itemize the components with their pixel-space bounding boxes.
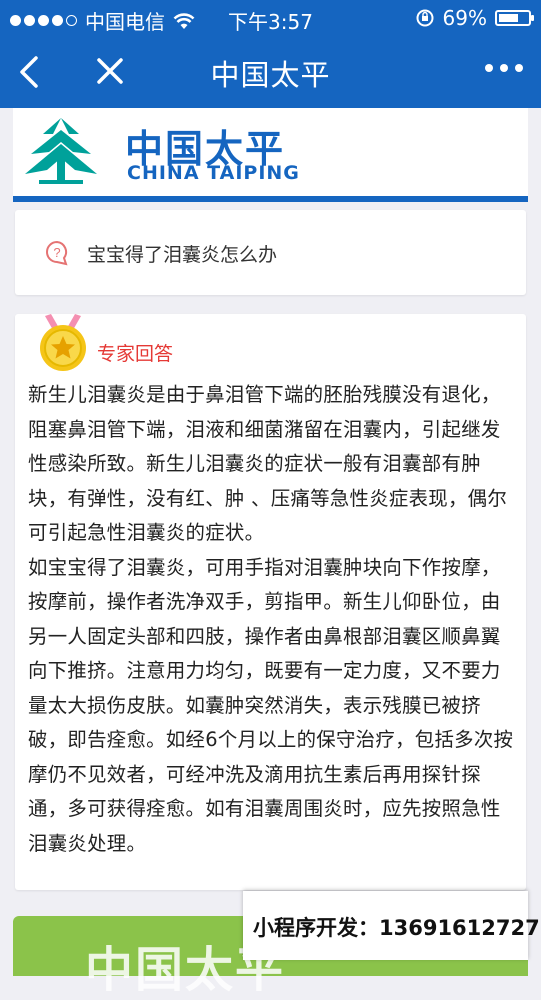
expert-answer-label: 专家回答 [97, 343, 174, 365]
battery-icon [495, 10, 534, 26]
china-taiping-emblem-icon [25, 118, 97, 184]
battery-percent: 69% [442, 6, 487, 30]
answer-paragraph: 如宝宝得了泪囊炎，可用手指对泪囊肿块向下作按摩，按摩前，操作者洗净双手，剪指甲。… [28, 555, 514, 855]
answer-paragraph: 新生儿泪囊炎是由于鼻泪管下端的胚胎残膜没有退化，阻塞鼻泪管下端，泪液和细菌潴留在… [28, 383, 508, 544]
question-text: 宝宝得了泪囊炎怎么办 [87, 244, 278, 266]
orientation-lock-icon [416, 9, 434, 27]
more-button[interactable] [485, 64, 523, 72]
question-card: ? 宝宝得了泪囊炎怎么办 [15, 210, 526, 295]
status-right: 69% [415, 6, 534, 30]
brand-logo-panel: 中国太平 CHINA TAIPING [13, 108, 528, 202]
svg-text:?: ? [53, 245, 60, 260]
promo-overlay: 小程序开发：13691612727 [243, 891, 540, 960]
promo-text: 小程序开发：13691612727 [253, 916, 540, 940]
brand-name-en: CHINA TAIPING [127, 162, 300, 184]
gold-medal-star-icon [40, 314, 86, 371]
status-bar: 中国电信 下午3:57 69% [0, 0, 541, 36]
page-title: 中国太平 [210, 58, 331, 92]
answer-body: 新生儿泪囊炎是由于鼻泪管下端的胚胎残膜没有退化，阻塞鼻泪管下端，泪液和细菌潴留在… [28, 378, 516, 861]
answer-card: 专家回答 新生儿泪囊炎是由于鼻泪管下端的胚胎残膜没有退化，阻塞鼻泪管下端，泪液和… [15, 314, 526, 890]
battery-fill [499, 14, 519, 22]
more-icon [485, 64, 493, 72]
nav-bar: 中国太平 [0, 36, 541, 108]
question-bubble-icon: ? [46, 240, 68, 266]
